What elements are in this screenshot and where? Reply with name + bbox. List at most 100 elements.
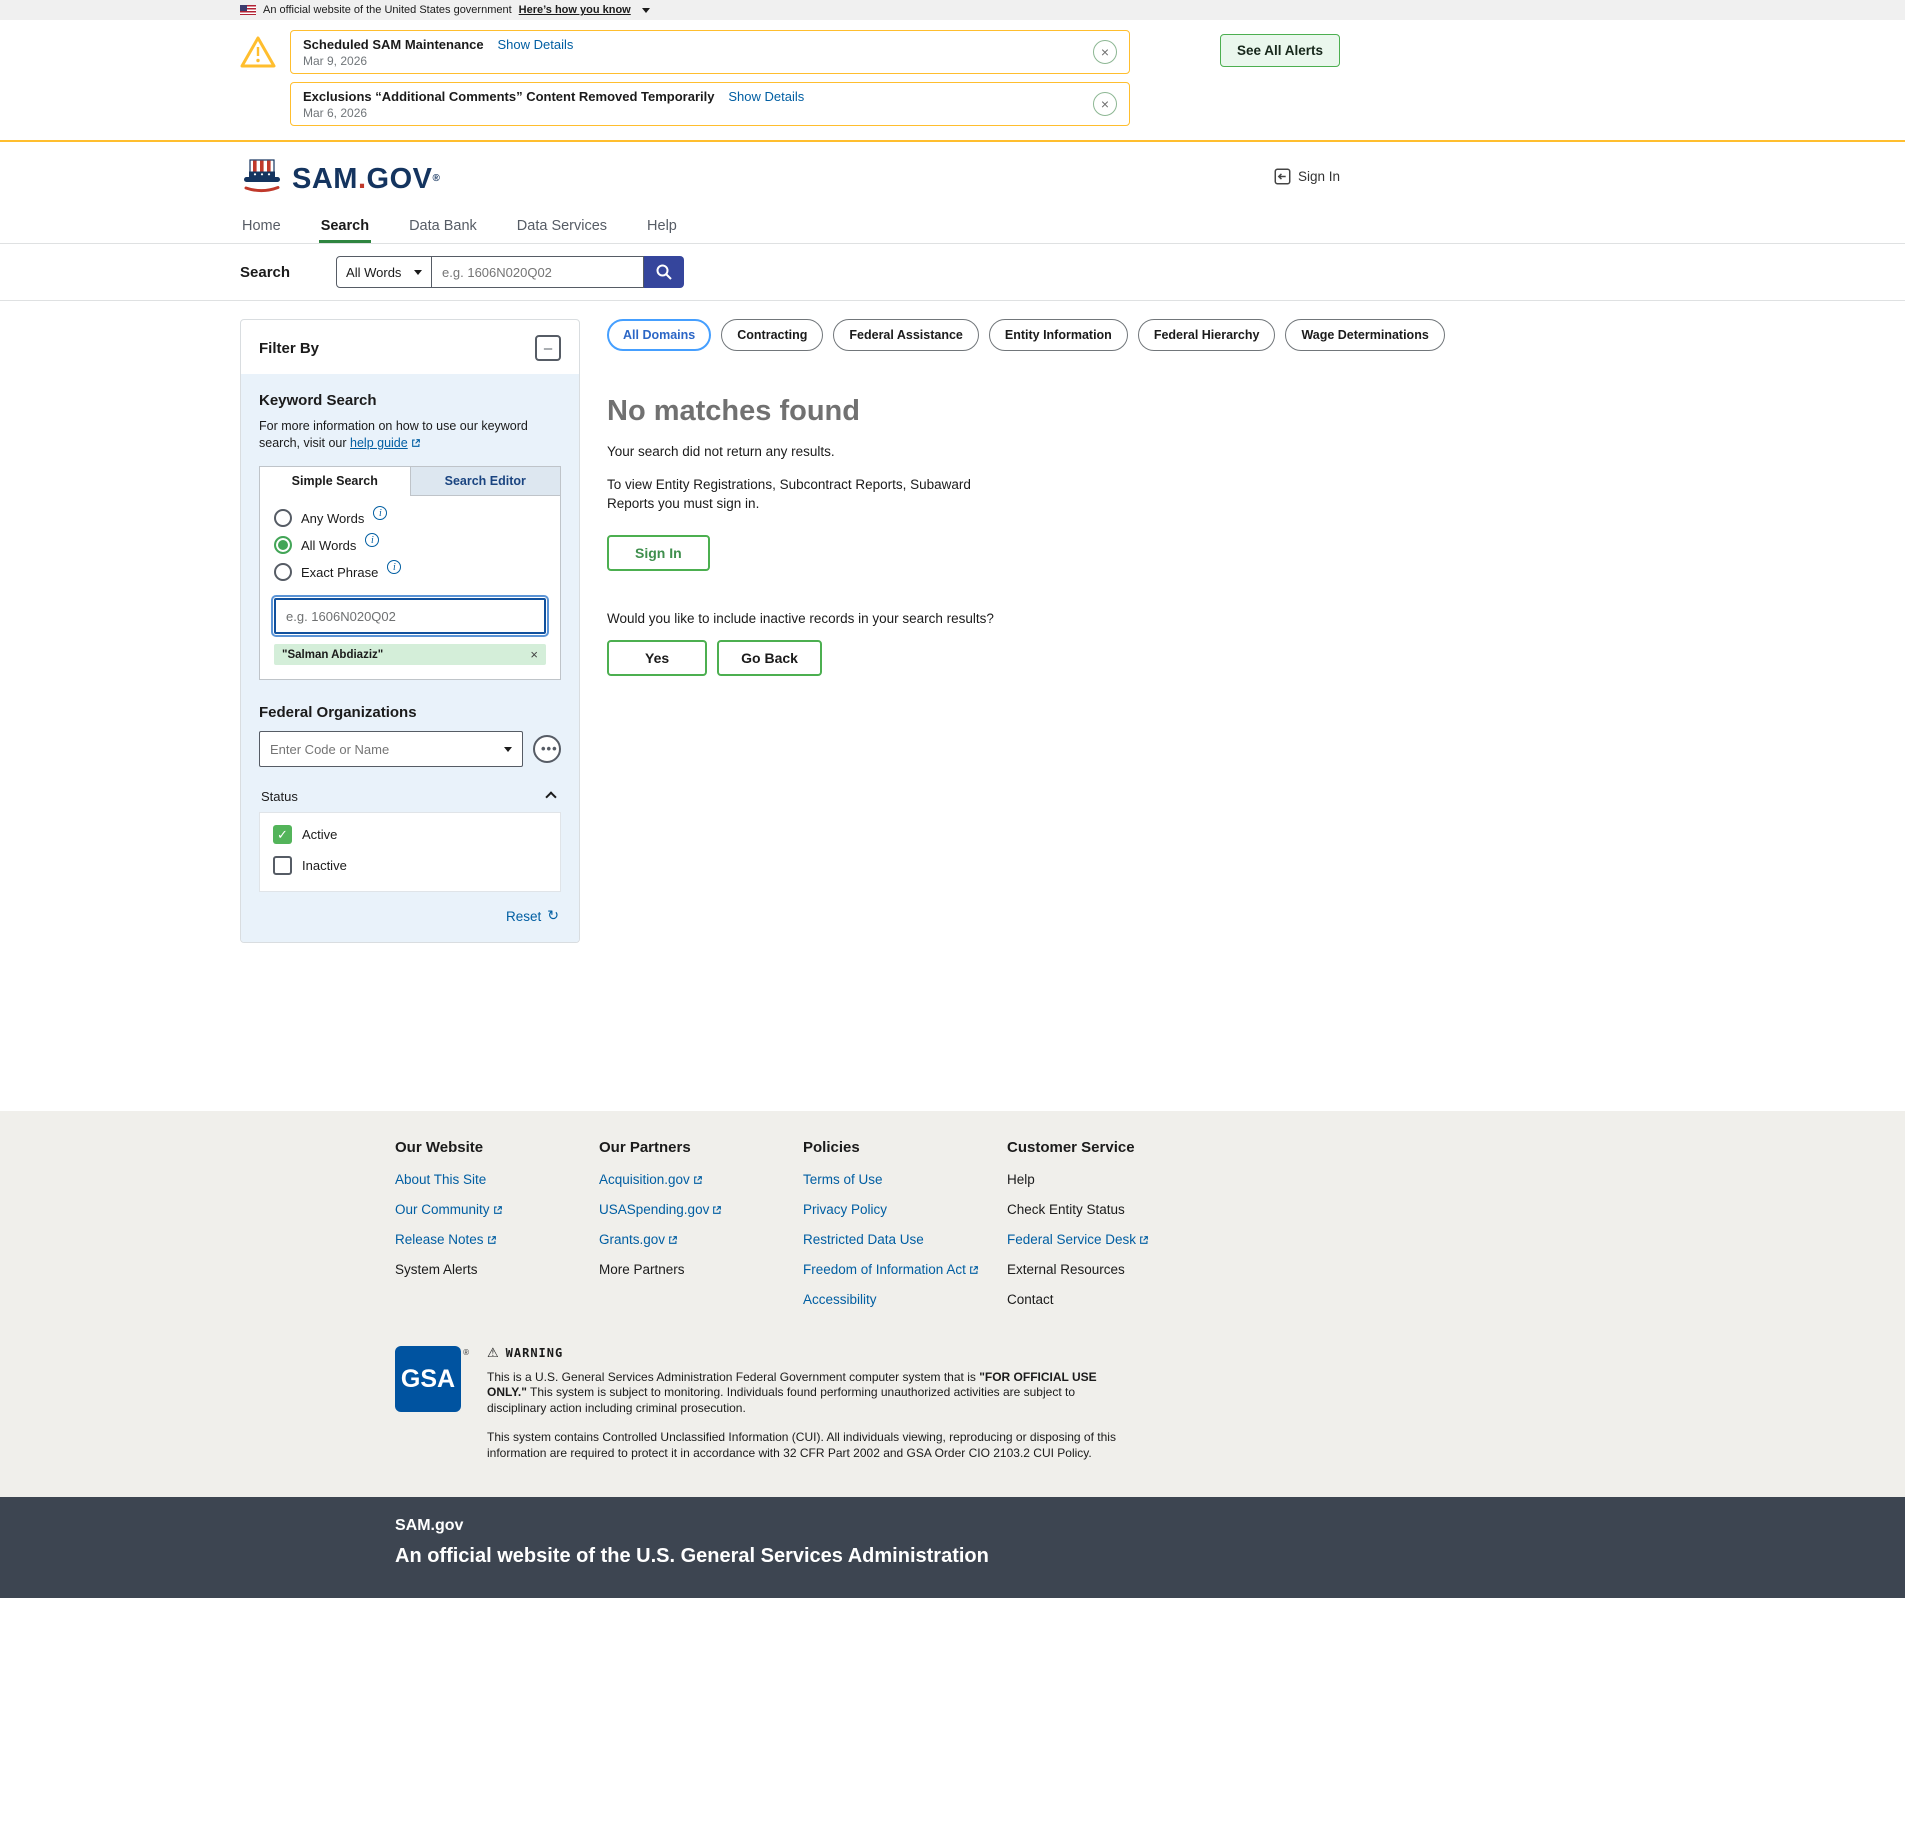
footer-link-about-this-site[interactable]: About This Site [395,1172,599,1187]
gsa-logo: GSA® [395,1346,461,1412]
footer-link-acquisition-gov[interactable]: Acquisition.gov [599,1172,803,1187]
gsa-registered-mark: ® [463,1348,469,1357]
status-section-toggle[interactable]: Status [259,787,561,812]
footer-link-grants-gov[interactable]: Grants.gov [599,1232,803,1247]
top-hat-icon [240,158,286,194]
domain-tab-contracting[interactable]: Contracting [721,319,823,351]
sign-in-link[interactable]: Sign In [1274,168,1340,185]
alert-show-details-link[interactable]: Show Details [497,37,573,52]
federal-organizations-heading: Federal Organizations [259,704,561,721]
footer-link-external-resources[interactable]: External Resources [1007,1262,1211,1277]
checkbox-active[interactable]: ✓ [273,825,292,844]
radio-any-words[interactable] [274,509,292,527]
search-input[interactable] [432,256,644,288]
see-all-alerts-button[interactable]: See All Alerts [1220,34,1340,67]
footer-link-help[interactable]: Help [1007,1172,1211,1187]
domain-tab-entity-information[interactable]: Entity Information [989,319,1128,351]
external-link-icon [411,438,421,448]
footer-link-restricted-data-use[interactable]: Restricted Data Use [803,1232,1007,1247]
footer-link-contact[interactable]: Contact [1007,1292,1211,1307]
yes-button[interactable]: Yes [607,640,707,676]
status-card: ✓ Active Inactive [259,812,561,892]
alerts-section: Scheduled SAM Maintenance Show Details M… [0,20,1905,142]
alert-card: Exclusions “Additional Comments” Content… [290,82,1130,126]
keyword-search-card: Any Words i All Words i Exact Phrase i "… [259,496,561,680]
sign-in-button[interactable]: Sign In [607,535,710,571]
search-scope-value: All Words [346,265,401,280]
chevron-down-icon [642,8,650,13]
footer-link-check-entity-status[interactable]: Check Entity Status [1007,1202,1211,1217]
domain-tabs: All Domains Contracting Federal Assistan… [607,319,1287,351]
domain-tab-federal-assistance[interactable]: Federal Assistance [833,319,978,351]
alert-title: Exclusions “Additional Comments” Content… [303,89,715,104]
chip-remove-icon[interactable]: × [530,647,538,662]
footer-link-system-alerts[interactable]: System Alerts [395,1262,599,1277]
close-icon[interactable]: × [1093,40,1117,64]
search-scope-select[interactable]: All Words [336,256,432,288]
chevron-down-icon [414,270,422,275]
reset-filters-button[interactable]: Reset ↻ [259,908,561,928]
domain-tab-federal-hierarchy[interactable]: Federal Hierarchy [1138,319,1276,351]
results-area: All Domains Contracting Federal Assistan… [607,319,1287,676]
nav-item-search[interactable]: Search [319,210,371,243]
keyword-chip: "Salman Abdiaziz" × [274,644,546,665]
search-bar-section: Search All Words [0,244,1905,301]
system-warning: ⚠ WARNING This is a U.S. General Service… [487,1346,1135,1461]
footer-link-release-notes[interactable]: Release Notes [395,1232,599,1247]
main-nav: Home Search Data Bank Data Services Help [0,210,1905,244]
footer-column-policies: Policies Terms of Use Privacy Policy Res… [803,1139,1007,1322]
info-icon[interactable]: i [365,533,379,547]
footer-link-terms-of-use[interactable]: Terms of Use [803,1172,1007,1187]
footer-column-heading: Our Partners [599,1139,803,1156]
nav-item-data-bank[interactable]: Data Bank [407,210,479,243]
go-back-button[interactable]: Go Back [717,640,822,676]
footer-link-usaspending-gov[interactable]: USASpending.gov [599,1202,803,1217]
nav-item-help[interactable]: Help [645,210,679,243]
nav-item-data-services[interactable]: Data Services [515,210,609,243]
footer-link-privacy-policy[interactable]: Privacy Policy [803,1202,1007,1217]
radio-all-words[interactable] [274,536,292,554]
search-submit-button[interactable] [644,256,684,288]
info-icon[interactable]: i [387,560,401,574]
keyword-input[interactable] [274,598,546,634]
radio-all-words-label: All Words [301,538,356,553]
checkbox-inactive[interactable] [273,856,292,875]
nav-item-home[interactable]: Home [240,210,283,243]
external-link-icon [487,1235,497,1245]
radio-exact-phrase[interactable] [274,563,292,581]
banner-text: An official website of the United States… [263,4,512,16]
more-options-button[interactable]: ••• [533,735,561,763]
search-label: Search [240,264,290,281]
inactive-records-question: Would you like to include inactive recor… [607,609,1287,628]
info-icon[interactable]: i [373,506,387,520]
warning-icon: ⚠ [487,1346,500,1362]
no-matches-heading: No matches found [607,395,1287,428]
footer-agency-line: An official website of the U.S. General … [395,1545,1905,1568]
footer-column-heading: Customer Service [1007,1139,1211,1156]
radio-any-words-label: Any Words [301,511,364,526]
alert-show-details-link[interactable]: Show Details [728,89,804,104]
domain-tab-all-domains[interactable]: All Domains [607,319,711,351]
footer-column-heading: Our Website [395,1139,599,1156]
tab-simple-search[interactable]: Simple Search [259,466,411,496]
banner-how-you-know-link[interactable]: Here’s how you know [519,4,631,16]
federal-organizations-combobox[interactable]: Enter Code or Name [259,731,523,767]
reset-label: Reset [506,909,541,924]
footer-link-foia[interactable]: Freedom of Information Act [803,1262,1007,1277]
sam-gov-logo[interactable]: SAM.GOV® [240,158,440,194]
footer-link-more-partners[interactable]: More Partners [599,1262,803,1277]
help-guide-link[interactable]: help guide [350,436,408,450]
footer-link-our-community[interactable]: Our Community [395,1202,599,1217]
footer-link-federal-service-desk[interactable]: Federal Service Desk [1007,1232,1211,1247]
tab-search-editor[interactable]: Search Editor [411,466,562,496]
sign-in-label: Sign In [1298,169,1340,184]
chevron-down-icon [504,747,512,752]
chevron-up-icon [545,791,556,802]
footer-link-accessibility[interactable]: Accessibility [803,1292,1007,1307]
checkbox-active-label: Active [302,827,337,842]
close-icon[interactable]: × [1093,92,1117,116]
collapse-panel-button[interactable]: – [535,335,561,361]
domain-tab-wage-determinations[interactable]: Wage Determinations [1285,319,1444,351]
external-link-icon [668,1235,678,1245]
keyword-search-heading: Keyword Search [259,392,561,409]
